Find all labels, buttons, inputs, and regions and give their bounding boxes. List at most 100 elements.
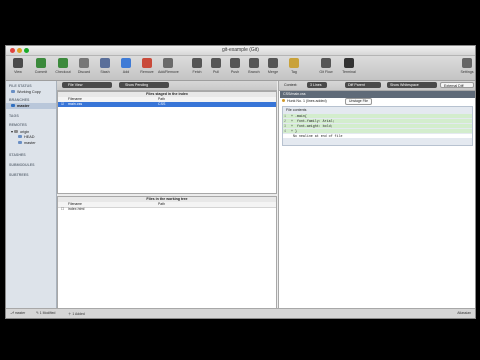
status-modified: ✎ 1 Modified [36,311,56,315]
sidebar-item-master[interactable]: master [11,104,29,108]
sidebar-item-head[interactable]: HEAD [18,135,35,139]
stash-icon [100,58,110,68]
branch-icon [249,58,259,68]
show-whitespace-dropdown[interactable]: Show Whitespace [387,82,437,88]
checkbox[interactable]: ☑ [61,102,64,107]
toolbar-button-label: Terminal [342,70,356,74]
line-number: 1 [284,114,286,118]
toolbar: View Commit Checkout Discard Stash Add Remove A… [6,56,475,81]
file-contents-label: File contents [286,108,307,112]
section-subtrees: SUBTREES [9,173,29,177]
git-flow-button[interactable]: Git Flow [316,57,336,79]
toolbar-button-label: Fetch [192,70,202,74]
sidebar: FILE STATUS Working Copy BRANCHES master… [6,81,57,310]
view-button[interactable]: View [8,57,28,79]
sidebar-item-origin[interactable]: ▾ origin [11,129,29,134]
fetch-icon [192,58,202,68]
remove-icon [142,58,152,68]
remove-button[interactable]: Remove [137,57,157,79]
toolbar-button-label: Commit [34,70,48,74]
section-stashes: STASHES [9,153,26,157]
context-dropdown[interactable]: 3 Lines [307,82,327,88]
settings-icon [462,58,472,68]
tag-icon [289,58,299,68]
diff-line: 1 + .main{ [283,114,472,118]
working-copy-icon [11,90,15,93]
line-number: 3 [284,124,286,128]
checkbox[interactable]: ☐ [61,207,64,212]
toolbar-button-label: View [14,70,22,74]
branch-icon [18,135,22,138]
push-icon [230,58,240,68]
toolbar-button-label: Stash [100,70,110,74]
commit-icon [36,58,46,68]
section-branches: BRANCHES [9,98,30,102]
terminal-button[interactable]: Terminal [339,57,359,79]
branch-icon [18,141,22,144]
toolbar-button-label: Settings [460,70,474,74]
pull-button[interactable]: Pull [206,57,226,79]
table-row[interactable]: ☑ main.css CSS [58,102,276,107]
line-number: 4 [284,129,286,133]
toolbar-button-label: Merge [267,70,279,74]
add-icon [121,58,131,68]
commit-button[interactable]: Commit [31,57,51,79]
settings-button[interactable]: Settings [457,57,475,79]
add-button[interactable]: Add [116,57,136,79]
stash-button[interactable]: Stash [95,57,115,79]
title-bar: git-example (Git) [6,46,475,56]
toolbar-button-label: Add/Remove [158,70,179,74]
toolbar-button-label: Discard [77,70,91,74]
view-icon [13,58,23,68]
discard-icon [79,58,89,68]
tag-button[interactable]: Tag [284,57,304,79]
fetch-button[interactable]: Fetch [187,57,207,79]
discard-button[interactable]: Discard [74,57,94,79]
table-row[interactable]: ☐ index.html [58,207,276,212]
unstage-file-button[interactable]: Unstage File [345,98,373,105]
diff-sign: + [291,114,293,118]
diff-pane: Context: 3 Lines Diff Parent Show Whites… [278,81,475,318]
sidebar-item-origin-master[interactable]: master [18,141,36,145]
status-branch: ⎇ master [10,311,26,315]
line-number: 2 [284,119,286,123]
diff-sign: + [291,129,293,133]
toolbar-button-label: Tag [291,70,297,74]
external-diff-button[interactable]: External Diff [440,82,474,88]
toolbar-button-label: Remove [140,70,154,74]
section-tags: TAGS [9,114,19,118]
file-view-dropdown[interactable]: File View [62,82,112,88]
diff-sign: + [291,119,293,123]
section-file-status: FILE STATUS [9,84,32,88]
diff-parent-dropdown[interactable]: Diff Parent [345,82,381,88]
remote-icon [13,130,18,133]
git-flow-icon [321,58,331,68]
line-text: .main{ [294,114,307,118]
diff-line: 4 +} [283,129,472,133]
diff-hunk: File contents 1 + .main{2 + font-family: Ar… [282,106,473,146]
diff-line: 3 + font-weight: bold; [283,124,472,128]
context-label: Context: [284,83,298,87]
atlassian-logo: Atlassian [457,311,471,315]
terminal-icon [344,58,354,68]
pull-icon [211,58,221,68]
branch-button[interactable]: Branch [244,57,264,79]
add-remove-button[interactable]: Add/Remove [158,57,179,79]
no-newline-note: No newline at end of file [283,134,472,138]
window-title: git-example (Git) [222,47,259,53]
branch-icon [11,104,15,107]
checkout-icon [58,58,68,68]
toolbar-button-label: Checkout [55,70,71,74]
app-window: git-example (Git) View Commit Checkout Disc… [5,45,476,319]
show-pending-dropdown[interactable]: Show Pending [119,82,169,88]
push-button[interactable]: Push [225,57,245,79]
sidebar-item-working-copy[interactable]: Working Copy [11,90,41,94]
toolbar-button-label: Push [230,70,240,74]
checkout-button[interactable]: Checkout [53,57,73,79]
diff-options-bar: Context: 3 Lines Diff Parent Show Whites… [279,81,475,91]
merge-button[interactable]: Merge [263,57,283,79]
toolbar-button-label: Pull [213,70,219,74]
line-text: font-family: Arial; [294,119,335,123]
add-remove-icon [163,58,173,68]
line-text: } [294,129,297,133]
